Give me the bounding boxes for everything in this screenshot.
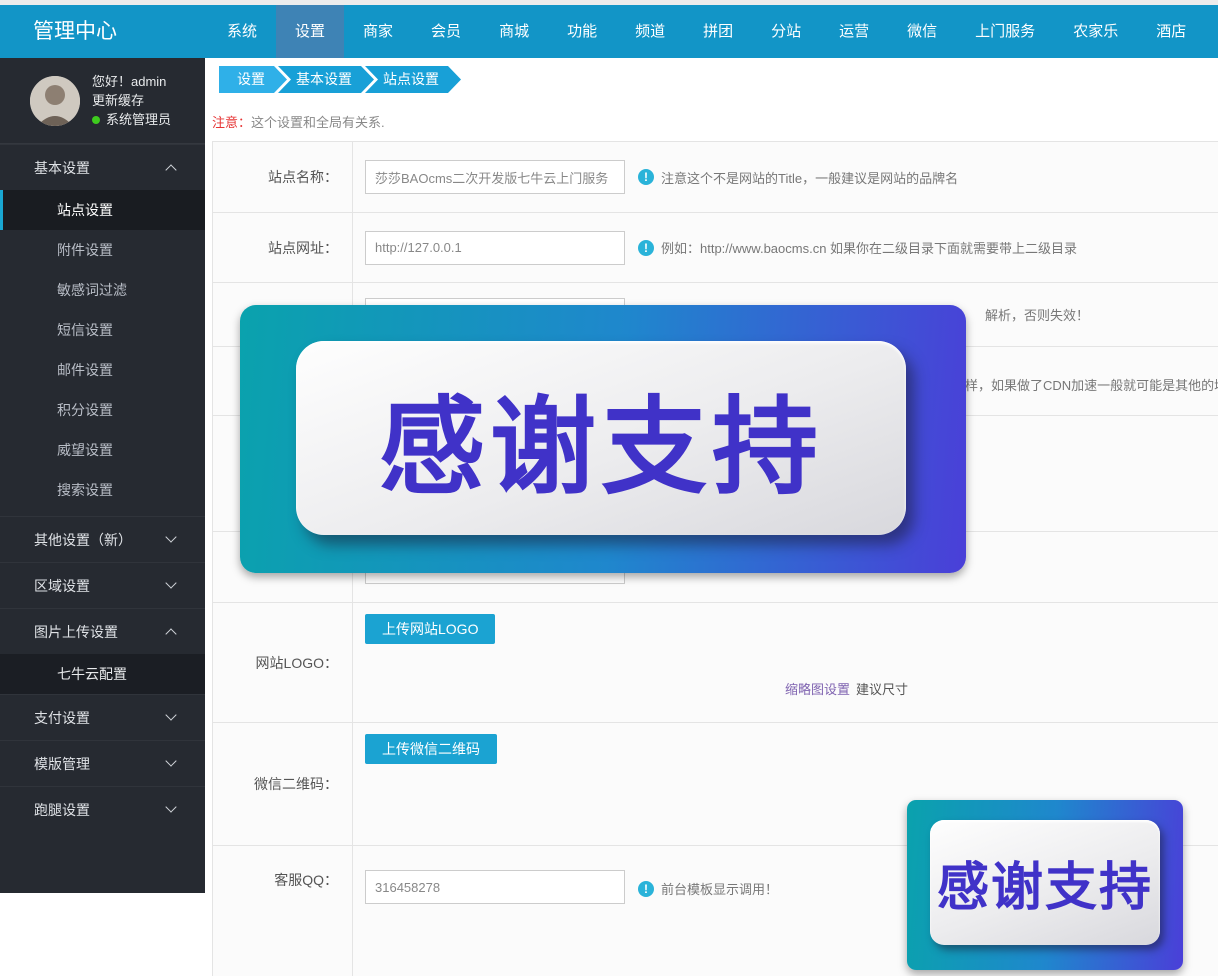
breadcrumb: 设置 基本设置 站点设置: [219, 66, 452, 93]
sidebar: 您好！admin 更新缓存 系统管理员 基本设置 站点设置 附件设置 敏感词过滤…: [0, 58, 205, 893]
breadcrumb-site-settings[interactable]: 站点设置: [365, 66, 461, 93]
sidebar-group-label: 基本设置: [34, 160, 90, 176]
chevron-down-icon: [165, 755, 176, 766]
sidebar-item-qiniu-config[interactable]: 七牛云配置: [0, 654, 205, 694]
sidebar-group-payment-settings[interactable]: 支付设置: [0, 694, 205, 740]
site-url-hint: ! 例如：http://www.baocms.cn 如果你在二级目录下面就需要带…: [638, 238, 1077, 257]
nav-item-channel[interactable]: 频道: [616, 5, 684, 58]
sidebar-item-mail-settings[interactable]: 邮件设置: [0, 350, 205, 390]
thumbnail-suffix: 建议尺寸: [856, 682, 908, 697]
upload-wechat-qrcode-button[interactable]: 上传微信二维码: [365, 734, 497, 764]
top-nav: 系统 设置 商家 会员 商城 功能 频道 拼团 分站 运营 微信 上门服务 农家…: [208, 5, 1205, 58]
main-content: 设置 基本设置 站点设置 注意：这个设置和全局有关系. 站点名称： ! 注意这个…: [205, 58, 1218, 893]
sidebar-item-attachment-settings[interactable]: 附件设置: [0, 230, 205, 270]
form-row-site-logo: 网站LOGO： 上传网站LOGO 缩略图设置建议尺寸: [213, 603, 1218, 723]
top-header: 管理中心 系统 设置 商家 会员 商城 功能 频道 拼团 分站 运营 微信 上门…: [0, 5, 1218, 58]
breadcrumb-settings[interactable]: 设置: [219, 66, 287, 93]
watermark-panel: 感谢支持: [930, 820, 1160, 945]
sidebar-group-image-upload-settings[interactable]: 图片上传设置: [0, 608, 205, 654]
sidebar-group-label: 模版管理: [34, 756, 90, 772]
chevron-up-icon: [165, 628, 176, 639]
chevron-down-icon: [165, 801, 176, 812]
sidebar-group-errand-settings[interactable]: 跑腿设置: [0, 786, 205, 832]
watermark-overlay-small: 感谢支持: [907, 800, 1183, 970]
service-qq-hint: ! 前台模板显示调用！: [638, 879, 778, 898]
site-name-hint: ! 注意这个不是网站的Title，一般建议是网站的品牌名: [638, 168, 958, 187]
sidebar-item-sms-settings[interactable]: 短信设置: [0, 310, 205, 350]
info-icon: !: [638, 881, 654, 897]
sidebar-group-label: 区域设置: [34, 578, 90, 594]
form-row-site-url: 站点网址： ! 例如：http://www.baocms.cn 如果你在二级目录…: [213, 213, 1218, 283]
role-text: 系统管理员: [106, 110, 171, 129]
nav-item-operation[interactable]: 运营: [820, 5, 888, 58]
hint-text: 前台模板显示调用！: [661, 879, 778, 898]
site-name-label: 站点名称：: [213, 142, 353, 212]
hint-fragment: 样，如果做了CDN加速一般就可能是其他的域名: [965, 375, 1218, 394]
watermark-panel: 感谢支持: [296, 341, 906, 535]
watermark-overlay-large: 感谢支持: [240, 305, 966, 573]
online-status-dot: [92, 116, 100, 124]
chevron-down-icon: [165, 577, 176, 588]
hint-text: 例如：http://www.baocms.cn 如果你在二级目录下面就需要带上二…: [661, 238, 1077, 257]
sidebar-item-site-settings[interactable]: 站点设置: [0, 190, 205, 230]
page-notice: 注意：这个设置和全局有关系.: [212, 112, 385, 131]
sidebar-group-other-settings[interactable]: 其他设置（新）: [0, 516, 205, 562]
sidebar-item-prestige-settings[interactable]: 威望设置: [0, 430, 205, 470]
profile-block: 您好！admin 更新缓存 系统管理员: [0, 58, 205, 144]
avatar: [30, 76, 80, 126]
nav-item-farmstay[interactable]: 农家乐: [1054, 5, 1137, 58]
nav-item-settings[interactable]: 设置: [276, 5, 344, 58]
sidebar-group-label: 图片上传设置: [34, 624, 118, 640]
profile-text: 您好！admin 更新缓存 系统管理员: [92, 72, 171, 129]
site-name-input[interactable]: [365, 160, 625, 194]
form-row-site-name: 站点名称： ! 注意这个不是网站的Title，一般建议是网站的品牌名: [213, 142, 1218, 213]
sidebar-item-search-settings[interactable]: 搜索设置: [0, 470, 205, 510]
sidebar-group-basic-settings[interactable]: 基本设置: [0, 144, 205, 190]
nav-item-substation[interactable]: 分站: [752, 5, 820, 58]
sidebar-group-label: 支付设置: [34, 710, 90, 726]
upload-logo-button[interactable]: 上传网站LOGO: [365, 614, 495, 644]
hint-fragment: 解析，否则失效！: [985, 305, 1089, 324]
nav-item-mall[interactable]: 商城: [480, 5, 548, 58]
nav-item-function[interactable]: 功能: [548, 5, 616, 58]
chevron-down-icon: [165, 531, 176, 542]
thumbnail-settings-link[interactable]: 缩略图设置: [785, 682, 850, 697]
nav-item-member[interactable]: 会员: [412, 5, 480, 58]
update-cache-link[interactable]: 更新缓存: [92, 91, 171, 110]
breadcrumb-basic-settings[interactable]: 基本设置: [278, 66, 374, 93]
notice-text: 这个设置和全局有关系.: [251, 115, 385, 130]
hint-text: 注意这个不是网站的Title，一般建议是网站的品牌名: [661, 168, 958, 187]
watermark-text: 感谢支持: [937, 845, 1153, 920]
app-title: 管理中心: [33, 5, 117, 58]
sidebar-group-region-settings[interactable]: 区域设置: [0, 562, 205, 608]
nav-item-wechat[interactable]: 微信: [888, 5, 956, 58]
greeting-text: 您好！admin: [92, 72, 171, 91]
site-logo-label: 网站LOGO：: [213, 603, 353, 722]
sidebar-item-sensitive-word-filter[interactable]: 敏感词过滤: [0, 270, 205, 310]
sidebar-group-template-management[interactable]: 模版管理: [0, 740, 205, 786]
basic-settings-submenu: 站点设置 附件设置 敏感词过滤 短信设置 邮件设置 积分设置 威望设置 搜索设置: [0, 190, 205, 516]
avatar-photo: [30, 76, 80, 126]
chevron-up-icon: [165, 164, 176, 175]
service-qq-input[interactable]: [365, 870, 625, 904]
thumbnail-note: 缩略图设置建议尺寸: [785, 679, 908, 698]
nav-item-groupbuy[interactable]: 拼团: [684, 5, 752, 58]
chevron-down-icon: [165, 709, 176, 720]
watermark-text: 感谢支持: [379, 361, 823, 515]
nav-item-hotel[interactable]: 酒店: [1137, 5, 1205, 58]
site-url-input[interactable]: [365, 231, 625, 265]
service-qq-label: 客服QQ：: [213, 846, 353, 976]
sidebar-item-points-settings[interactable]: 积分设置: [0, 390, 205, 430]
nav-item-merchant[interactable]: 商家: [344, 5, 412, 58]
sidebar-group-label: 跑腿设置: [34, 802, 90, 818]
wechat-qrcode-label: 微信二维码：: [213, 723, 353, 845]
notice-prefix: 注意：: [212, 115, 251, 130]
nav-item-system[interactable]: 系统: [208, 5, 276, 58]
nav-item-home-service[interactable]: 上门服务: [956, 5, 1054, 58]
info-icon: !: [638, 240, 654, 256]
sidebar-group-label: 其他设置（新）: [34, 532, 132, 548]
site-url-label: 站点网址：: [213, 213, 353, 282]
info-icon: !: [638, 169, 654, 185]
